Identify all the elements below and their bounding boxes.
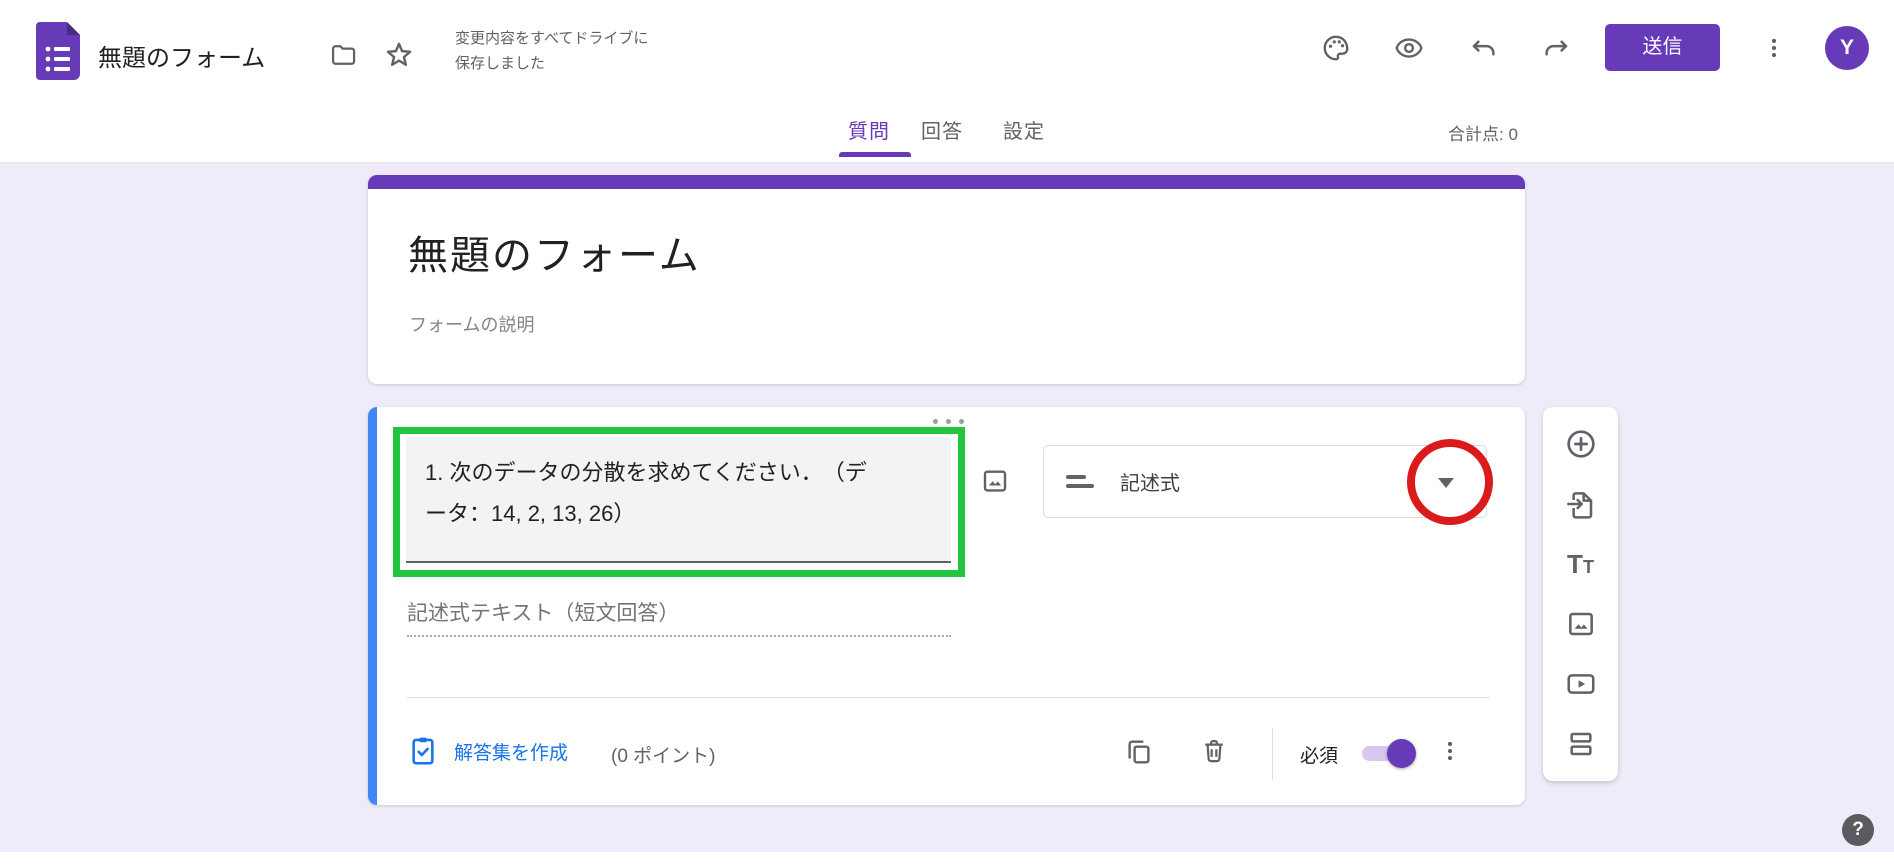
google-forms-editor: 無題のフォーム 変更内容をすべてドライブに 保存しました	[0, 0, 1894, 865]
account-avatar[interactable]: Y	[1825, 26, 1869, 70]
image-icon	[1565, 608, 1597, 640]
redo-icon	[1541, 33, 1571, 63]
delete-icon	[1200, 736, 1228, 766]
star-button[interactable]	[380, 36, 418, 74]
undo-button[interactable]	[1466, 30, 1502, 66]
video-icon	[1565, 668, 1597, 700]
short-answer-icon	[1066, 475, 1094, 488]
question-type-label: 記述式	[1120, 467, 1180, 496]
help-button[interactable]: ?	[1842, 814, 1874, 846]
move-to-folder-button[interactable]	[326, 38, 360, 72]
answer-key-button[interactable]: 解答集を作成	[409, 735, 568, 767]
dropdown-caret-icon[interactable]	[1438, 478, 1454, 488]
redo-button[interactable]	[1538, 30, 1574, 66]
question-more-options-button[interactable]	[1428, 729, 1472, 773]
total-points-label: 合計点: 0	[1448, 120, 1518, 145]
tab-questions[interactable]: 質問	[848, 115, 890, 144]
required-label: 必須	[1300, 741, 1338, 768]
question-card: 1. 次のデータの分散を求めてください． （デ ータ：14, 2, 13, 26…	[368, 407, 1525, 805]
active-question-indicator	[368, 407, 377, 805]
add-image-icon	[980, 466, 1010, 496]
import-questions-icon	[1565, 488, 1597, 520]
send-button[interactable]: 送信	[1605, 24, 1720, 71]
add-video-button[interactable]	[1563, 666, 1599, 702]
preview-eye-icon	[1394, 33, 1424, 63]
add-image-button[interactable]	[1563, 606, 1599, 642]
form-title-header[interactable]: 無題のフォーム	[98, 38, 265, 73]
question-text-line1: 1. 次のデータの分散を求めてください． （デ	[425, 452, 933, 493]
delete-question-button[interactable]	[1194, 731, 1234, 771]
folder-icon	[329, 41, 357, 69]
import-questions-button[interactable]	[1563, 486, 1599, 522]
add-question-button[interactable]	[1563, 426, 1599, 462]
add-title-description-button[interactable]: TT	[1563, 546, 1599, 582]
star-icon	[383, 39, 415, 71]
add-section-button[interactable]	[1563, 726, 1599, 762]
saved-status-line2: 保存しました	[455, 51, 648, 76]
question-title-input[interactable]: 1. 次のデータの分散を求めてください． （デ ータ：14, 2, 13, 26…	[406, 437, 951, 563]
required-toggle[interactable]	[1362, 738, 1418, 768]
form-description-input[interactable]: フォームの説明	[409, 311, 534, 337]
add-image-to-question-button[interactable]	[976, 462, 1014, 500]
active-tab-underline	[839, 152, 911, 157]
bottom-edge	[0, 852, 1894, 865]
saved-status-line1: 変更内容をすべてドライブに	[455, 26, 648, 51]
form-title-input[interactable]: 無題のフォーム	[408, 223, 701, 281]
section-icon	[1565, 728, 1597, 760]
header: 無題のフォーム 変更内容をすべてドライブに 保存しました	[0, 0, 1894, 163]
add-text-icon: TT	[1567, 549, 1594, 580]
saved-status: 変更内容をすべてドライブに 保存しました	[455, 26, 648, 76]
answer-key-icon	[409, 735, 437, 767]
short-answer-placeholder[interactable]: 記述式テキスト（短文回答）	[407, 597, 679, 627]
duplicate-question-button[interactable]	[1119, 731, 1159, 771]
kebab-icon	[1761, 35, 1787, 61]
forms-logo	[36, 22, 80, 80]
form-title-card: 無題のフォーム フォームの説明	[368, 175, 1525, 384]
short-answer-underline	[407, 635, 951, 637]
toggle-knob	[1387, 739, 1416, 768]
answer-key-label: 解答集を作成	[454, 738, 568, 765]
points-label: (0 ポイント)	[611, 741, 716, 768]
preview-button[interactable]	[1391, 30, 1427, 66]
footer-divider-vertical	[1272, 728, 1273, 780]
kebab-icon	[1437, 738, 1463, 764]
palette-icon	[1321, 33, 1351, 63]
question-text-line2: ータ：14, 2, 13, 26）	[425, 493, 933, 534]
theme-color-bar	[368, 175, 1525, 189]
tab-settings[interactable]: 設定	[1003, 115, 1045, 144]
add-question-icon	[1564, 427, 1598, 461]
customize-theme-button[interactable]	[1318, 30, 1354, 66]
duplicate-icon	[1124, 736, 1154, 766]
question-type-dropdown[interactable]: 記述式	[1043, 445, 1487, 518]
undo-icon	[1469, 33, 1499, 63]
side-toolbar: TT	[1543, 407, 1618, 781]
more-options-button[interactable]	[1756, 30, 1792, 66]
tab-responses[interactable]: 回答	[921, 115, 963, 144]
question-footer-divider	[407, 697, 1490, 698]
drag-handle-dots[interactable]	[925, 419, 971, 424]
